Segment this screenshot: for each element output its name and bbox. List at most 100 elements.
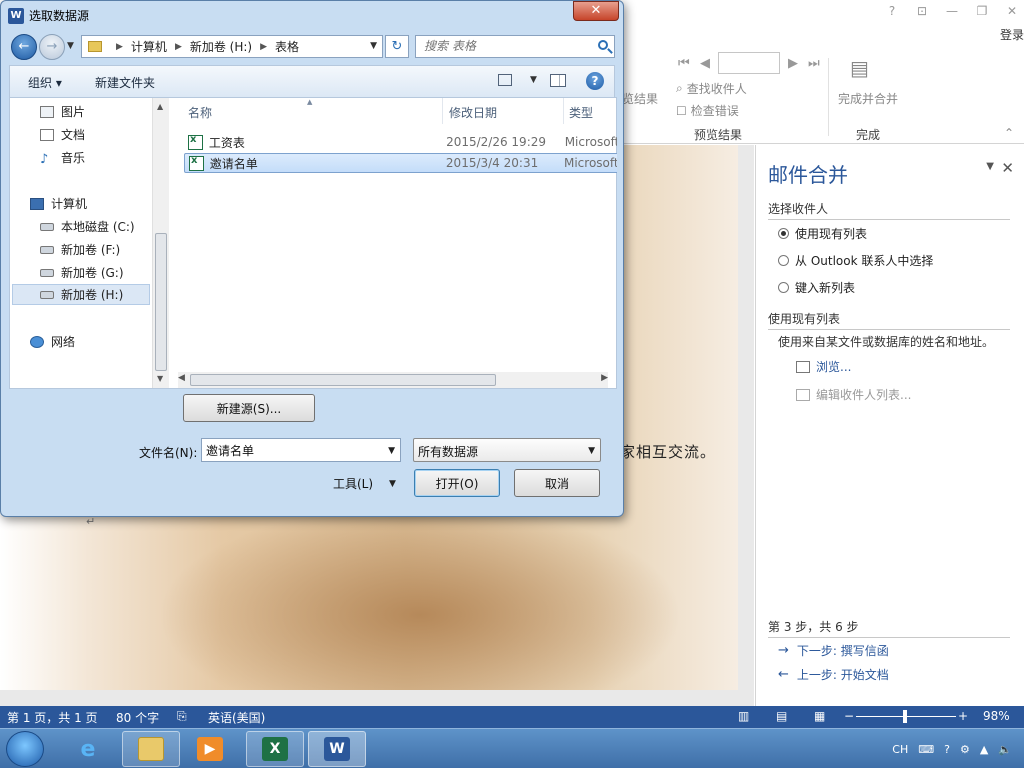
zoom-slider-thumb[interactable] — [903, 710, 907, 723]
last-record-icon[interactable]: ⏭ — [808, 56, 820, 71]
preview-results-button[interactable]: 览结果 — [622, 90, 658, 107]
next-step-link[interactable]: → 下一步: 撰写信函 — [778, 642, 889, 659]
file-type-filter-select[interactable]: 所有数据源 ▼ — [413, 438, 601, 462]
language[interactable]: 英语(美国) — [208, 709, 265, 726]
show-hidden-icons-icon[interactable]: ▲ — [980, 743, 988, 756]
breadcrumb-computer[interactable]: 计算机 — [131, 38, 167, 55]
refresh-button[interactable]: ↻ — [385, 35, 409, 58]
login-link[interactable]: 登录 — [1000, 26, 1024, 43]
file-row[interactable]: 工资表 2015/2/26 19:29 Microsoft — [184, 132, 617, 152]
keyboard-icon[interactable]: ⌨ — [918, 743, 934, 756]
column-separator[interactable] — [563, 98, 564, 124]
address-dropdown[interactable]: ▼ — [370, 41, 377, 51]
word-count[interactable]: 80 个字 — [116, 709, 159, 726]
zoom-level[interactable]: 98% — [983, 709, 1010, 723]
file-row-selected[interactable]: 邀请名单 2015/3/4 20:31 Microsoft — [184, 153, 617, 173]
view-options-dropdown[interactable]: ▼ — [530, 75, 537, 85]
help-tray-icon[interactable]: ? — [944, 743, 950, 756]
scroll-right-icon[interactable]: ▶ — [601, 373, 608, 383]
print-layout-icon[interactable]: ▤ — [776, 709, 787, 723]
pane-close-icon[interactable]: ✕ — [1001, 159, 1014, 177]
excel-taskbar-button[interactable]: X — [246, 731, 304, 767]
read-mode-icon[interactable]: ▥ — [738, 709, 749, 723]
explorer-taskbar-button[interactable] — [122, 731, 180, 767]
breadcrumb-drive-h[interactable]: 新加卷 (H:) — [190, 38, 252, 55]
zoom-in-icon[interactable]: + — [958, 709, 968, 723]
scroll-left-icon[interactable]: ◀ — [178, 373, 185, 383]
column-header-type[interactable]: 类型 — [569, 104, 593, 121]
nav-scrollbar[interactable]: ▲ ▼ — [152, 98, 169, 388]
browse-link[interactable]: 浏览... — [796, 358, 851, 375]
nav-item-documents[interactable]: 文档 — [40, 126, 85, 143]
tools-button[interactable]: 工具(L) — [333, 475, 373, 492]
open-button[interactable]: 打开(O) — [414, 469, 500, 497]
forward-button[interactable]: → — [39, 34, 65, 60]
filename-input[interactable] — [206, 443, 376, 457]
help-icon[interactable]: ? — [882, 4, 902, 18]
back-button[interactable]: ← — [11, 34, 37, 60]
first-record-icon[interactable]: ⏮ — [678, 56, 690, 71]
nav-item-pictures[interactable]: 图片 — [40, 103, 85, 120]
search-input[interactable] — [424, 39, 594, 53]
arrow-left-icon: ← — [778, 667, 789, 682]
horizontal-scrollbar-thumb[interactable] — [190, 374, 496, 386]
drive-icon — [40, 268, 54, 277]
radio-type-new[interactable]: 键入新列表 — [778, 279, 855, 296]
scroll-down-icon[interactable]: ▼ — [157, 374, 163, 383]
proofing-icon[interactable]: ⎘ — [177, 709, 187, 724]
breadcrumb-folder[interactable]: 表格 — [275, 38, 299, 55]
next-record-icon[interactable]: ▶ — [788, 56, 798, 71]
restore-icon[interactable]: ❐ — [972, 4, 992, 18]
collapse-ribbon-icon[interactable]: ⌃ — [1004, 126, 1014, 140]
change-view-icon[interactable] — [498, 74, 512, 86]
nav-item-drive-g[interactable]: 新加卷 (G:) — [40, 264, 124, 281]
column-header-name[interactable]: 名称 — [188, 104, 212, 121]
nav-item-drive-h[interactable]: 新加卷 (H:) — [12, 284, 150, 305]
record-number-input[interactable] — [718, 52, 780, 74]
new-folder-button[interactable]: 新建文件夹 — [95, 74, 155, 91]
radio-use-existing[interactable]: 使用现有列表 — [778, 225, 867, 242]
nav-item-computer[interactable]: 计算机 — [30, 195, 87, 212]
horizontal-scrollbar[interactable]: ◀ ▶ — [178, 372, 608, 388]
zoom-out-icon[interactable]: − — [844, 709, 854, 723]
dialog-close-button[interactable]: ✕ — [573, 1, 619, 21]
prev-record-icon[interactable]: ◀ — [700, 56, 710, 71]
new-source-button[interactable]: 新建源(S)... — [183, 394, 315, 422]
scroll-up-icon[interactable]: ▲ — [157, 102, 163, 111]
find-recipient-button[interactable]: ⌕ 查找收件人 — [676, 80, 747, 97]
page-count[interactable]: 第 1 页，共 1 页 — [7, 709, 98, 726]
radio-outlook[interactable]: 从 Outlook 联系人中选择 — [778, 252, 933, 269]
organize-button[interactable]: 组织 ▾ — [28, 74, 62, 91]
help-icon[interactable]: ? — [586, 72, 604, 90]
pane-options-icon[interactable]: ▼ — [986, 161, 994, 172]
nav-item-network[interactable]: 网络 — [30, 333, 75, 350]
media-player-taskbar-button[interactable]: ▶ — [192, 733, 228, 765]
minimize-icon[interactable]: — — [942, 4, 962, 18]
column-header-date[interactable]: 修改日期 — [449, 104, 497, 121]
preview-pane-icon[interactable] — [550, 74, 566, 87]
nav-item-drive-c[interactable]: 本地磁盘 (C:) — [40, 218, 135, 235]
start-button[interactable] — [6, 731, 44, 767]
filename-dropdown-icon[interactable]: ▼ — [388, 446, 395, 456]
recent-locations-dropdown[interactable]: ▼ — [67, 41, 74, 51]
tools-dropdown-icon[interactable]: ▼ — [389, 479, 396, 489]
nav-scrollbar-thumb[interactable] — [155, 233, 167, 371]
check-errors-button[interactable]: ☐ 检查错误 — [676, 102, 739, 119]
ribbon-display-icon[interactable]: ⊡ — [912, 4, 932, 18]
ie-taskbar-button[interactable]: e — [70, 733, 106, 765]
prev-step-link[interactable]: ← 上一步: 开始文档 — [778, 666, 889, 683]
input-language[interactable]: CH — [892, 743, 908, 756]
web-layout-icon[interactable]: ▦ — [814, 709, 825, 723]
nav-item-drive-f[interactable]: 新加卷 (F:) — [40, 241, 120, 258]
close-window-icon[interactable]: ✕ — [1002, 4, 1022, 18]
settings-tray-icon[interactable]: ⚙ — [960, 743, 970, 756]
edit-list-link[interactable]: 编辑收件人列表... — [796, 386, 911, 403]
search-icon[interactable] — [598, 40, 608, 50]
cancel-button[interactable]: 取消 — [514, 469, 600, 497]
nav-item-music[interactable]: ♪ 音乐 — [40, 149, 85, 167]
column-separator[interactable] — [442, 98, 443, 124]
word-taskbar-button[interactable]: W — [308, 731, 366, 767]
finish-merge-button[interactable]: 完成并合并 — [838, 90, 898, 107]
volume-icon[interactable]: 🔈 — [998, 743, 1012, 756]
address-bar[interactable]: ▶ 计算机 ▶ 新加卷 (H:) ▶ 表格 ▼ — [81, 35, 383, 58]
